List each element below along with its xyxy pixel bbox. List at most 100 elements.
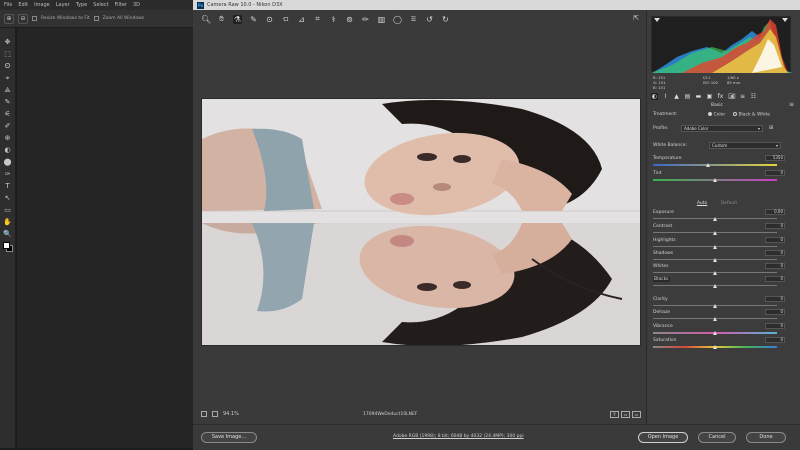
clone-stamp-tool-icon[interactable]: ⊕ [3,134,12,143]
healing-tool-icon[interactable]: ⚟ [3,110,12,119]
preview-image[interactable] [201,98,641,346]
zoom-out-icon[interactable]: ⊖ [18,13,28,24]
menu-3d[interactable]: 3D [133,2,140,8]
dehaze-slider[interactable]: Dehaze 0 [653,309,785,322]
treatment-color-option[interactable]: Color [708,112,725,118]
menu-image[interactable]: Image [34,2,50,8]
red-eye-icon[interactable]: ⊚ [345,15,354,24]
cancel-button[interactable]: Cancel [698,432,736,443]
whites-value[interactable]: 0 [765,263,785,269]
menu-filter[interactable]: Filter [115,2,127,8]
blacks-value[interactable]: 0 [765,276,785,282]
exposure-thumb[interactable] [713,217,717,221]
profile-browser-icon[interactable]: ⊞ [769,125,773,131]
preferences-icon[interactable]: ☰ [409,16,418,23]
tab-tone-curve-icon[interactable]: ⌇ [662,93,669,100]
crop-icon[interactable]: ⟤ [281,14,290,24]
highlights-value[interactable]: 0 [765,237,785,243]
menu-select[interactable]: Select [93,2,108,8]
vibrance-thumb[interactable] [713,331,717,335]
zoom-tool-icon[interactable]: 🔍 [3,230,12,239]
shadows-value[interactable]: 0 [765,250,785,256]
dehaze-thumb[interactable] [713,317,717,321]
menu-edit[interactable]: Edit [18,2,28,8]
treatment-bw-option[interactable]: Black & White [733,112,770,118]
eyedropper-tool-icon[interactable]: ✎ [3,98,12,107]
color-radio[interactable] [708,112,712,116]
tab-effects-icon[interactable]: fx [717,93,724,100]
clarity-value[interactable]: 0 [765,296,785,302]
lasso-tool-icon[interactable]: ʘ [3,62,12,71]
path-select-tool-icon[interactable]: ↖ [3,194,12,203]
menu-layer[interactable]: Layer [56,2,70,8]
tab-camera-calibration-icon[interactable]: 📷︎ [728,93,736,100]
workflow-options-link[interactable]: Adobe RGB (1998); 8 bit; 6048 by 4032 (2… [393,434,524,439]
tint-value[interactable]: 0 [765,170,785,176]
quick-select-tool-icon[interactable]: ⌖ [3,74,12,83]
saturation-thumb[interactable] [713,345,717,349]
zoom-all-windows-checkbox[interactable] [93,16,99,21]
hand-icon[interactable]: ✋︎ [217,14,226,24]
clarity-thumb[interactable] [713,304,717,308]
auto-button[interactable]: Auto [697,201,707,206]
gradient-tool-icon[interactable]: ⬤ [3,158,12,167]
done-button[interactable]: Done [746,432,786,443]
temperature-track[interactable] [653,164,777,166]
zoom-out-button[interactable] [201,411,207,417]
spot-removal-icon[interactable]: ⚕ [329,15,338,24]
zoom-icon[interactable]: 🔍︎ [201,15,211,24]
radial-filter-icon[interactable]: ◯ [393,15,402,24]
highlights-slider[interactable]: Highlights 0 [653,237,785,250]
tab-basic-icon[interactable]: ◐ [651,93,658,100]
open-image-button[interactable]: Open Image [638,432,688,443]
white-balance-icon[interactable]: ⚗ [233,14,242,24]
profile-select[interactable]: Adobe Color ▾ [681,125,763,132]
tab-hsl-icon[interactable]: ▤ [684,93,691,100]
hand-tool-icon[interactable]: ✋ [3,218,12,227]
tab-detail-icon[interactable]: ▲ [673,93,680,100]
shadow-clipping-warning-icon[interactable] [654,18,660,22]
black-white-radio[interactable] [733,112,737,116]
marquee-tool-icon[interactable]: ⬚ [3,50,12,59]
panel-menu-icon[interactable]: ≡ [789,101,794,108]
tint-thumb[interactable] [713,178,717,182]
color-sampler-icon[interactable]: ✎ [249,15,258,24]
saturation-slider[interactable]: Saturation 0 [653,337,785,350]
highlights-thumb[interactable] [713,245,717,249]
straighten-icon[interactable]: ⊿ [297,15,306,24]
menu-type[interactable]: Type [76,2,87,8]
whites-slider[interactable]: Whites 0 [653,263,785,276]
exposure-value[interactable]: 0.00 [765,209,785,215]
contrast-thumb[interactable] [713,231,717,235]
tab-split-toning-icon[interactable]: ▬ [695,93,702,100]
rotate-cw-icon[interactable]: ↻ [441,15,450,24]
copy-settings-button[interactable]: ▭ [632,410,641,418]
type-tool-icon[interactable]: T [3,182,12,191]
blacks-slider[interactable]: Blacks 0 [653,276,785,289]
crop-tool-icon[interactable]: ⟁ [3,86,12,95]
graduated-filter-icon[interactable]: ▥ [377,15,386,24]
color-swatches[interactable] [3,242,13,252]
tab-snapshots-icon[interactable]: ☷ [750,93,757,100]
foreground-color-swatch[interactable] [3,242,10,249]
blacks-thumb[interactable] [713,284,717,288]
contrast-slider[interactable]: Contrast 0 [653,223,785,236]
dehaze-value[interactable]: 0 [765,309,785,315]
tab-presets-icon[interactable]: ≡ [739,93,746,100]
tint-slider[interactable]: Tint 0 [653,170,785,183]
swap-settings-button[interactable]: ▭ [621,410,630,418]
rotate-ccw-icon[interactable]: ↺ [425,15,434,24]
pen-tool-icon[interactable]: ✑ [3,170,12,179]
zoom-level-select[interactable]: 94.1% [223,411,239,417]
shape-tool-icon[interactable]: ▭ [3,206,12,215]
highlight-clipping-warning-icon[interactable] [782,18,788,22]
resize-windows-checkbox[interactable] [32,16,37,21]
tab-lens-corrections-icon[interactable]: ▣ [706,93,713,100]
temperature-slider[interactable]: Temperature 5350 [653,155,785,168]
exposure-slider[interactable]: Exposure 0.00 [653,209,785,222]
white-balance-select[interactable]: Custom ▾ [709,142,781,149]
before-after-toggle-button[interactable]: Y [610,410,619,418]
vibrance-slider[interactable]: Vibrance 0 [653,323,785,336]
contrast-value[interactable]: 0 [765,223,785,229]
brush-tool-icon[interactable]: ✐ [3,122,12,131]
